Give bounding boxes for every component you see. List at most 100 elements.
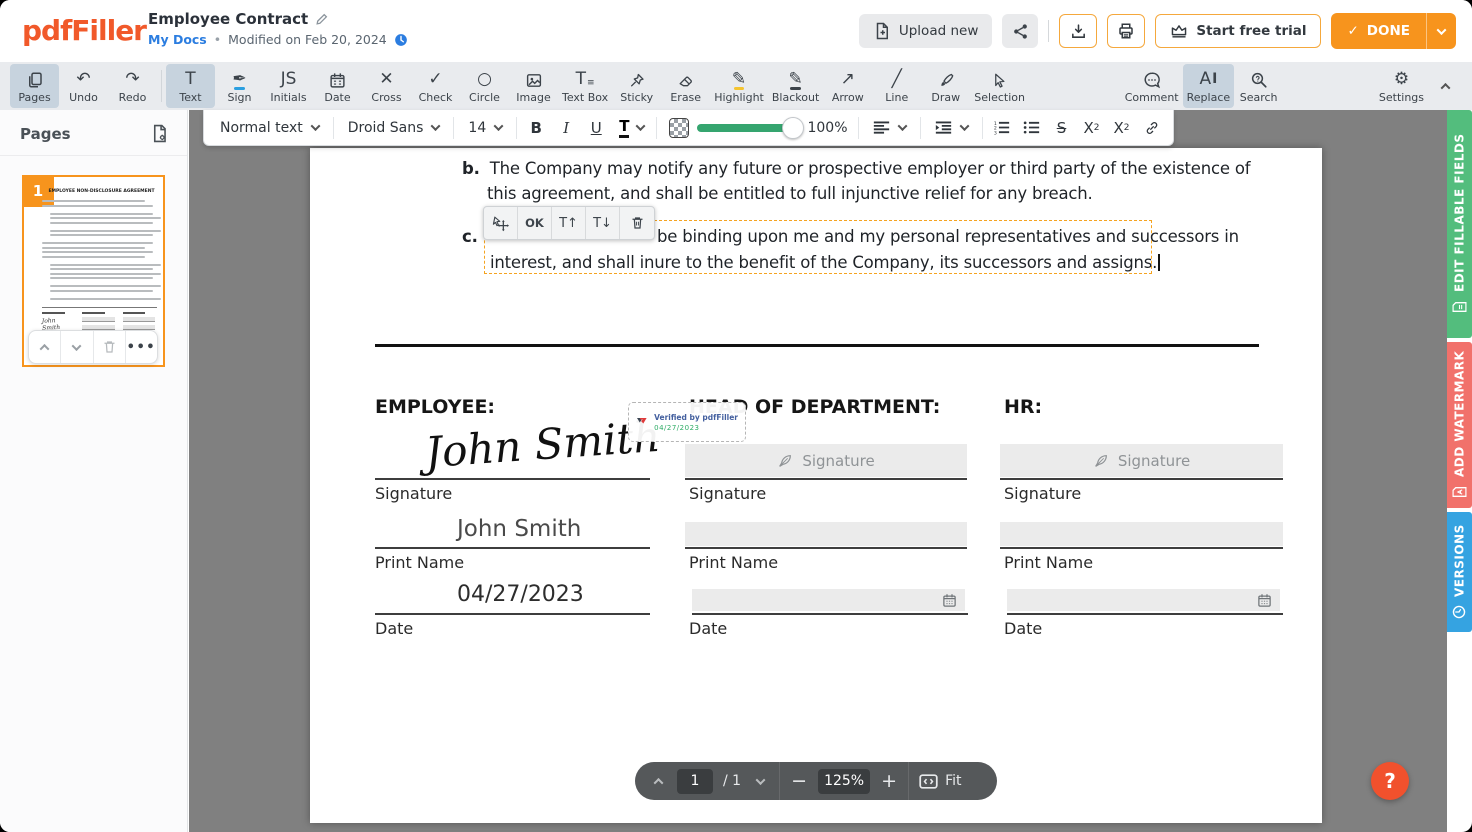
bold-button[interactable]: B bbox=[521, 114, 551, 142]
done-button[interactable]: ✓ DONE bbox=[1331, 13, 1426, 49]
undo-icon: ↶ bbox=[76, 69, 90, 89]
tool-cross[interactable]: ✕ Cross bbox=[362, 64, 411, 108]
zoom-out-button[interactable]: − bbox=[790, 772, 808, 790]
next-page-button[interactable] bbox=[751, 778, 769, 785]
print-name-label: Print Name bbox=[375, 553, 464, 572]
signature-label: Signature bbox=[689, 484, 766, 503]
tool-redo[interactable]: ↷ Redo bbox=[108, 64, 157, 108]
done-dropdown-button[interactable] bbox=[1426, 13, 1456, 49]
calendar-icon bbox=[329, 69, 346, 89]
superscript-button[interactable]: X2 bbox=[1077, 114, 1107, 142]
bullet-list-button[interactable] bbox=[1017, 114, 1047, 142]
font-decrease-button[interactable]: T↓ bbox=[586, 207, 620, 239]
indent-dropdown[interactable] bbox=[925, 114, 978, 142]
tool-circle[interactable]: ○ Circle bbox=[460, 64, 509, 108]
employee-date-value[interactable]: 04/27/2023 bbox=[457, 582, 584, 607]
history-clock-icon[interactable] bbox=[394, 33, 408, 47]
edit-fillable-fields-tab[interactable]: EDIT FILLABLE FIELDS bbox=[1447, 110, 1472, 338]
tool-sticky[interactable]: Sticky bbox=[612, 64, 661, 108]
tool-pages[interactable]: Pages bbox=[10, 64, 59, 108]
align-dropdown[interactable] bbox=[863, 114, 916, 142]
versions-tab[interactable]: VERSIONS bbox=[1447, 512, 1472, 632]
zoom-in-button[interactable]: + bbox=[880, 772, 898, 790]
tool-erase[interactable]: Erase bbox=[661, 64, 710, 108]
tool-check[interactable]: ✓ Check bbox=[411, 64, 460, 108]
current-page-input[interactable]: 1 bbox=[677, 769, 713, 794]
strikethrough-button[interactable]: S bbox=[1047, 114, 1077, 142]
font-size-dropdown[interactable]: 14 bbox=[458, 114, 512, 142]
tool-undo[interactable]: ↶ Undo bbox=[59, 64, 108, 108]
hr-date-field[interactable] bbox=[1007, 589, 1280, 611]
tool-search[interactable]: Search bbox=[1234, 64, 1283, 108]
zoom-level-value[interactable]: 125% bbox=[818, 769, 870, 794]
document-page[interactable]: b. The Company may notify any future or … bbox=[310, 148, 1322, 823]
tool-initials[interactable]: JS Initials bbox=[264, 64, 313, 108]
verified-text: Verified by pdfFiller bbox=[654, 413, 738, 422]
employee-heading: EMPLOYEE: bbox=[375, 396, 495, 418]
done-check-icon: ✓ bbox=[1347, 23, 1358, 39]
text-color-dropdown[interactable]: T bbox=[611, 114, 652, 142]
start-free-trial-button[interactable]: Start free trial bbox=[1155, 14, 1321, 48]
department-print-name-field[interactable] bbox=[685, 522, 967, 546]
underline-button[interactable]: U bbox=[581, 114, 611, 142]
chevron-down-icon bbox=[310, 121, 320, 131]
department-date-field[interactable] bbox=[692, 589, 965, 611]
move-text-button[interactable] bbox=[484, 207, 518, 239]
collapse-toolbar-button[interactable] bbox=[1428, 62, 1462, 110]
tool-comment[interactable]: Comment bbox=[1121, 64, 1183, 108]
page-more-options-button[interactable]: ••• bbox=[126, 331, 157, 363]
hr-print-name-field[interactable] bbox=[1000, 522, 1283, 546]
download-icon bbox=[1070, 23, 1087, 40]
page-settings-icon[interactable] bbox=[150, 124, 169, 143]
upload-new-button[interactable]: Upload new bbox=[859, 14, 993, 48]
link-button[interactable] bbox=[1137, 114, 1167, 142]
edit-title-icon[interactable] bbox=[315, 13, 328, 26]
tool-text-box[interactable]: T≡ Text Box bbox=[558, 64, 612, 108]
breadcrumb-my-docs[interactable]: My Docs bbox=[148, 32, 207, 47]
employee-signature-value[interactable]: John Smith bbox=[424, 412, 662, 477]
tool-settings[interactable]: ⚙ Settings bbox=[1375, 64, 1428, 108]
delete-page-button[interactable] bbox=[94, 331, 126, 363]
tool-text[interactable]: T Text bbox=[166, 64, 215, 108]
paragraph-style-dropdown[interactable]: Normal text bbox=[210, 114, 329, 142]
department-signature-field[interactable]: Signature bbox=[685, 444, 967, 477]
font-family-dropdown[interactable]: Droid Sans bbox=[338, 114, 450, 142]
font-increase-button[interactable]: T↑ bbox=[552, 207, 586, 239]
tool-sign[interactable]: ✒ Sign bbox=[215, 64, 264, 108]
hr-signature-field[interactable]: Signature bbox=[1000, 444, 1283, 477]
pages-panel-title: Pages bbox=[20, 125, 71, 143]
tool-selection[interactable]: Selection bbox=[970, 64, 1029, 108]
numbered-list-button[interactable]: 123 bbox=[987, 114, 1017, 142]
feather-icon bbox=[777, 453, 793, 469]
pages-icon bbox=[26, 69, 44, 89]
fit-to-width-button[interactable]: Fit bbox=[919, 773, 961, 789]
verified-stamp[interactable]: Verified by pdfFiller 04/27/2023 bbox=[628, 402, 746, 442]
download-button[interactable] bbox=[1059, 14, 1097, 48]
print-button[interactable] bbox=[1107, 14, 1145, 48]
slider-knob[interactable] bbox=[782, 117, 804, 139]
move-page-up-button[interactable] bbox=[29, 331, 61, 363]
document-viewer: b. The Company may notify any future or … bbox=[189, 110, 1447, 832]
help-button[interactable]: ? bbox=[1371, 762, 1409, 800]
share-button[interactable] bbox=[1002, 14, 1038, 48]
tool-arrow[interactable]: ↗ Arrow bbox=[823, 64, 872, 108]
add-watermark-tab[interactable]: ADD WATERMARK bbox=[1447, 342, 1472, 508]
tool-date[interactable]: Date bbox=[313, 64, 362, 108]
header-divider bbox=[1048, 20, 1049, 42]
ok-button[interactable]: OK bbox=[518, 207, 552, 239]
previous-page-button[interactable] bbox=[649, 778, 667, 785]
tool-line[interactable]: ╱ Line bbox=[872, 64, 921, 108]
tool-blackout[interactable]: ✎ Blackout bbox=[768, 64, 823, 108]
move-page-down-button[interactable] bbox=[61, 331, 93, 363]
print-name-line bbox=[375, 547, 650, 549]
pdffiller-logo[interactable]: pdfFiller bbox=[22, 14, 146, 47]
tool-replace[interactable]: AI Replace bbox=[1183, 64, 1235, 108]
italic-button[interactable]: I bbox=[551, 114, 581, 142]
tool-highlight[interactable]: ✎ Highlight bbox=[710, 64, 768, 108]
opacity-slider[interactable] bbox=[697, 124, 793, 132]
delete-text-button[interactable] bbox=[620, 207, 654, 239]
employee-print-name-value[interactable]: John Smith bbox=[457, 516, 581, 542]
subscript-button[interactable]: X2 bbox=[1107, 114, 1137, 142]
tool-image[interactable]: Image bbox=[509, 64, 558, 108]
tool-draw[interactable]: Draw bbox=[921, 64, 970, 108]
